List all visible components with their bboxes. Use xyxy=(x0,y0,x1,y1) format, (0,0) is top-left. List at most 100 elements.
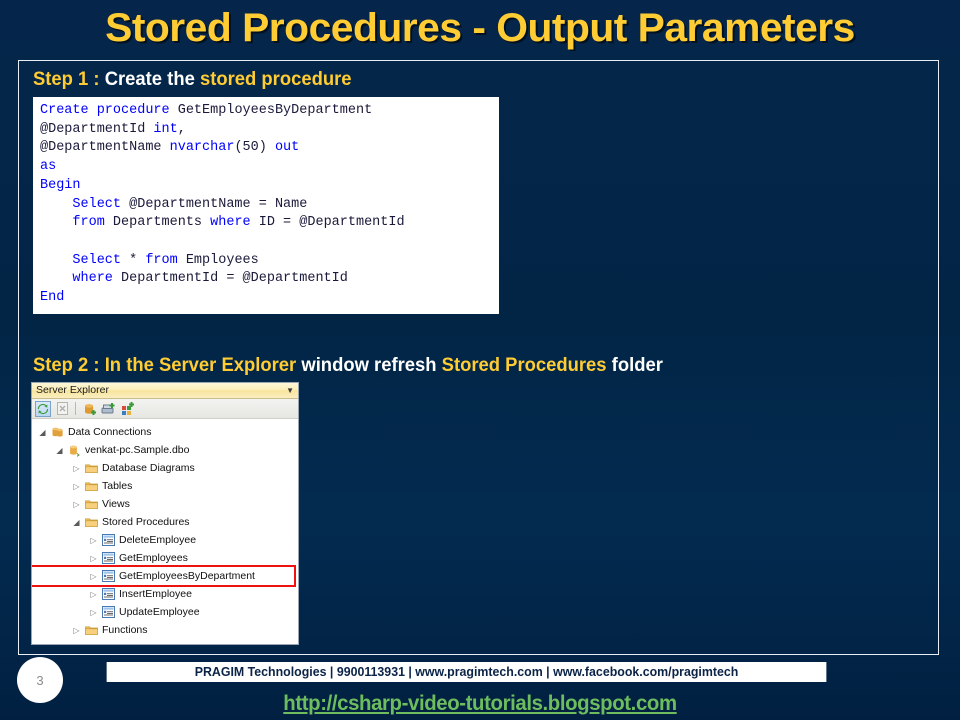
sql-keyword: Select xyxy=(72,252,122,268)
sql-text: Employees xyxy=(177,252,259,268)
chevron-expanded-icon[interactable]: ◢ xyxy=(36,428,49,437)
step-2-prefix: Step 2 : xyxy=(33,355,105,376)
sql-text: @DepartmentName = Name xyxy=(121,196,308,212)
slide-background: Stored Procedures - Output Parameters St… xyxy=(0,0,960,720)
server-explorer-title: Server Explorer xyxy=(36,384,109,396)
code-line: Create procedure GetEmployeesByDepartmen… xyxy=(40,102,499,121)
server-explorer-toolbar xyxy=(32,399,298,419)
tree-item-label: Functions xyxy=(102,624,148,636)
tree-item[interactable]: ▷ Views xyxy=(32,495,298,513)
folder-icon xyxy=(83,625,99,636)
tree-item-highlighted[interactable]: ▷ GetEmployeesByDepartment xyxy=(32,565,296,587)
sql-keyword: from xyxy=(72,215,105,231)
sql-text: , xyxy=(177,121,186,137)
tree-item[interactable]: ▷ Tables xyxy=(32,477,298,495)
step-1-prefix: Step 1 : xyxy=(33,69,105,90)
sql-text: * xyxy=(121,252,146,268)
sql-keyword: End xyxy=(40,290,65,306)
step-2-part4: folder xyxy=(606,355,663,376)
sql-keyword: where xyxy=(72,271,113,287)
sql-keyword: nvarchar xyxy=(169,140,235,156)
sql-keyword: int xyxy=(153,121,178,137)
stored-procedure-icon xyxy=(100,534,116,546)
chevron-collapsed-icon[interactable]: ▷ xyxy=(87,554,100,563)
step-2-part3: Stored Procedures xyxy=(441,355,607,376)
folder-icon xyxy=(83,517,99,528)
sql-keyword: Begin xyxy=(40,177,81,193)
tree-item[interactable]: ◢ Data Connections xyxy=(32,423,298,441)
footer-url[interactable]: http://csharp-video-tutorials.blogspot.c… xyxy=(14,692,945,716)
code-line: Select * from Employees xyxy=(40,252,499,271)
step-2-part1: In the Server Explorer xyxy=(104,355,297,376)
chevron-expanded-icon[interactable]: ◢ xyxy=(70,518,83,527)
tree-item-label: Data Connections xyxy=(68,426,152,438)
add-server-icon[interactable] xyxy=(119,401,135,417)
chevron-expanded-icon[interactable]: ◢ xyxy=(53,446,66,455)
connect-to-server-icon[interactable] xyxy=(100,401,116,417)
sql-keyword: out xyxy=(274,140,300,156)
code-line: Begin xyxy=(40,177,499,196)
refresh-icon[interactable] xyxy=(35,400,51,417)
stop-icon[interactable] xyxy=(54,401,70,417)
stored-procedure-icon xyxy=(100,606,116,618)
sql-keyword: as xyxy=(40,159,57,175)
code-line: @DepartmentId int, xyxy=(40,121,499,140)
chevron-collapsed-icon[interactable]: ▷ xyxy=(70,464,83,473)
sql-keyword: where xyxy=(210,215,251,231)
tree-item[interactable]: ▷ Functions xyxy=(32,621,298,639)
step-2-heading: Step 2 : In the Server Explorer window r… xyxy=(33,355,663,377)
chevron-collapsed-icon[interactable]: ▷ xyxy=(70,626,83,635)
footer-credits: PRAGIM Technologies | 9900113931 | www.p… xyxy=(106,662,827,682)
chevron-collapsed-icon[interactable]: ▷ xyxy=(87,536,100,545)
chevron-collapsed-icon[interactable]: ▷ xyxy=(87,590,100,599)
tree-item[interactable]: ▷ DeleteEmployee xyxy=(32,531,298,549)
tree-item-label: venkat-pc.Sample.dbo xyxy=(85,444,190,456)
tree-item[interactable]: ▷ UpdateEmployee xyxy=(32,603,298,621)
sql-text: Departments xyxy=(104,215,211,231)
tree-item[interactable]: ▷ Database Diagrams xyxy=(32,459,298,477)
sql-text: @DepartmentName xyxy=(40,140,170,156)
code-line: where DepartmentId = @DepartmentId xyxy=(40,270,499,289)
tree-item-label: InsertEmployee xyxy=(119,588,192,600)
chevron-collapsed-icon[interactable]: ▷ xyxy=(70,500,83,509)
tree-item-label: UpdateEmployee xyxy=(119,606,200,618)
sql-keyword: Select xyxy=(72,196,122,212)
step-1-heading: Step 1 : Create the stored procedure xyxy=(33,69,352,91)
code-line: Select @DepartmentName = Name xyxy=(40,196,499,215)
sql-text: GetEmployeesByDepartment xyxy=(177,103,373,118)
chevron-down-icon[interactable]: ▼ xyxy=(286,386,294,395)
page-title: Stored Procedures - Output Parameters xyxy=(105,6,855,50)
connect-to-database-icon[interactable] xyxy=(81,401,97,417)
sql-text: @DepartmentId xyxy=(40,121,154,137)
chevron-collapsed-icon[interactable]: ▷ xyxy=(87,608,100,617)
chevron-collapsed-icon[interactable]: ▷ xyxy=(87,572,100,581)
server-explorer-tree: ◢ Data Connections ◢ venkat-pc.Sample.dbo ▷ D… xyxy=(32,419,298,643)
step-2-part2: window refresh xyxy=(296,355,442,376)
folder-icon xyxy=(83,499,99,510)
tree-item[interactable]: ▷ InsertEmployee xyxy=(32,585,298,603)
tree-item-label: Tables xyxy=(102,480,133,492)
tree-item-label: GetEmployees xyxy=(119,552,188,564)
tree-item-label: Views xyxy=(102,498,130,510)
sql-text: ID = @DepartmentId xyxy=(250,215,405,231)
code-line: from Departments where ID = @DepartmentI… xyxy=(40,214,499,233)
step-1-suffix: stored procedure xyxy=(199,69,352,90)
tree-item[interactable]: ▷ GetEmployees xyxy=(32,549,298,567)
database-icon xyxy=(66,444,82,457)
chevron-collapsed-icon[interactable]: ▷ xyxy=(70,482,83,491)
stored-procedure-icon xyxy=(100,552,116,564)
sql-code-block: Create procedure GetEmployeesByDepartmen… xyxy=(33,97,499,314)
sql-text: DepartmentId = @DepartmentId xyxy=(112,271,348,287)
code-line: as xyxy=(40,158,499,177)
tree-item[interactable]: ◢ Stored Procedures xyxy=(32,513,298,531)
tree-item[interactable]: ◢ venkat-pc.Sample.dbo xyxy=(32,441,298,459)
sql-keyword: Create procedure xyxy=(40,103,178,118)
tree-item-label: Database Diagrams xyxy=(102,462,195,474)
stored-procedure-icon xyxy=(100,570,116,582)
folder-icon xyxy=(83,481,99,492)
